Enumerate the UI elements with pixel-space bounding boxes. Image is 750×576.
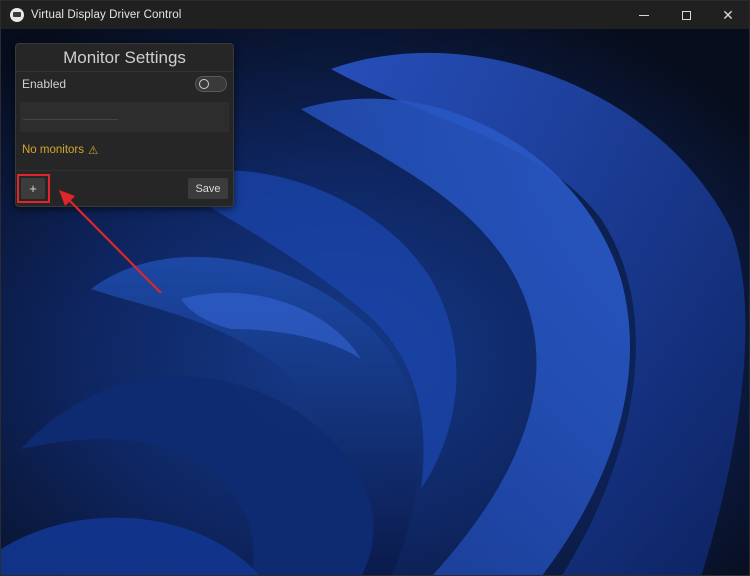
close-icon: ✕ — [722, 7, 734, 23]
status-message: No monitors ⚠ — [16, 142, 233, 158]
monitor-list-divider — [23, 119, 118, 120]
app-window: Virtual Display Driver Control ✕ Monitor… — [0, 0, 750, 576]
toggle-knob — [199, 79, 209, 89]
window-title: Virtual Display Driver Control — [31, 9, 182, 21]
status-text: No monitors — [22, 144, 84, 156]
close-button[interactable]: ✕ — [707, 1, 749, 29]
title-bar[interactable]: Virtual Display Driver Control ✕ — [1, 1, 749, 29]
panel-title: Monitor Settings — [16, 44, 233, 72]
maximize-icon — [681, 10, 691, 20]
enabled-label: Enabled — [22, 77, 67, 91]
minimize-button[interactable] — [623, 1, 665, 29]
minimize-icon — [639, 14, 649, 16]
panel-footer: + Save — [16, 170, 233, 206]
maximize-button[interactable] — [665, 1, 707, 29]
save-button[interactable]: Save — [188, 178, 228, 199]
enabled-toggle[interactable] — [195, 76, 227, 92]
window-controls: ✕ — [623, 1, 749, 29]
add-monitor-button[interactable]: + — [21, 178, 45, 199]
monitor-list — [20, 102, 229, 132]
enabled-row: Enabled — [16, 72, 233, 96]
warning-icon: ⚠ — [88, 145, 99, 157]
monitor-settings-panel: Monitor Settings Enabled No monitors ⚠ +… — [15, 43, 234, 207]
app-logo-icon — [10, 8, 24, 22]
